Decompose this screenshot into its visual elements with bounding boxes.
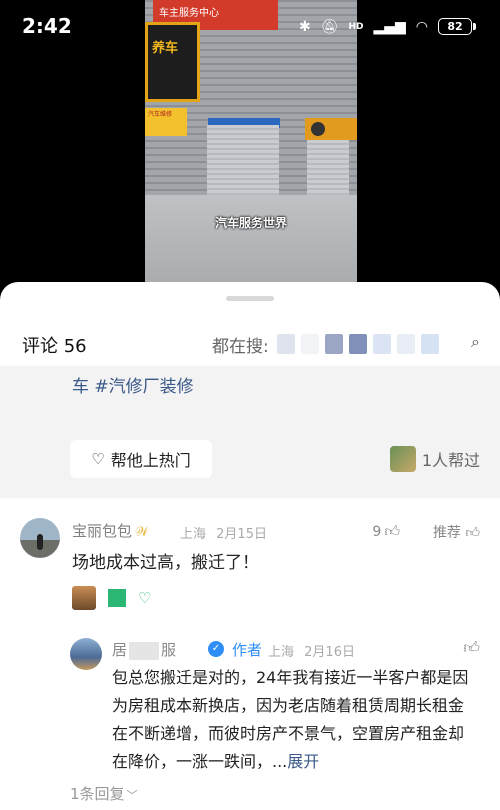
status-time: 2:42 xyxy=(22,14,72,38)
bluetooth-icon: ✱ xyxy=(298,18,311,35)
recommend-button[interactable]: 推荐 👍︎ xyxy=(433,522,480,542)
reply-text: 包总您搬迁是对的，24年我有接近一半客户都是因为房租成本新换店，因为老店随着租赁… xyxy=(112,664,474,776)
orange-sign xyxy=(305,118,357,140)
helped-label: 1人帮过 xyxy=(421,451,480,470)
heart-outline-icon[interactable]: ♡ xyxy=(138,589,151,607)
garage-door xyxy=(207,125,279,195)
thumbs-up-icon: 👍︎ xyxy=(465,525,480,541)
signal-icon: ▂▄▆ xyxy=(373,18,406,35)
comment-text: 场地成本过高，搬迁了！ xyxy=(72,553,259,573)
status-icons: ✱ 🔕︎ HD ▂▄▆ ◠ 82 xyxy=(298,18,476,35)
username-text: 宝丽包包 xyxy=(72,522,133,540)
battery-icon: 82 xyxy=(438,18,476,35)
drag-handle[interactable] xyxy=(226,296,274,301)
chevron-down-icon: ﹀ xyxy=(126,789,138,802)
ground xyxy=(145,195,357,292)
repair-sign: 汽车维修 xyxy=(145,108,187,136)
mute-icon: 🔕︎ xyxy=(320,18,339,35)
video-caption: 汽车服务世界 xyxy=(214,216,287,230)
comment-date: 2月15日 xyxy=(216,527,267,542)
reactor-avatar[interactable] xyxy=(72,586,96,610)
sticker-icon xyxy=(108,589,126,607)
heart-outline-icon: ♡ xyxy=(91,450,105,468)
like-button[interactable]: 9 👍︎ xyxy=(372,522,400,541)
reply-name-start: 居 xyxy=(112,641,128,659)
comment-sheet: 评论 56 都在搜: ⌕ 车 #汽修厂装修 ♡ 帮他上热门 1人帮过 宝丽包包 𝒲 xyxy=(0,282,500,810)
reply-item: 居服 ✓ 作者 上海 2月16日 👍︎ 包总您搬迁是对的，24年我有接近一半客户… xyxy=(0,638,500,810)
topic-hashtag[interactable]: 车 #汽修厂装修 xyxy=(72,372,194,397)
reaction-row: ♡ xyxy=(72,586,151,610)
more-replies-label: 1条回复 xyxy=(70,785,125,803)
hd-label: HD xyxy=(348,21,364,32)
avatar[interactable] xyxy=(70,638,102,670)
reply-date: 2月16日 xyxy=(304,645,355,660)
blurred-name xyxy=(129,641,160,660)
comment-username[interactable]: 宝丽包包 𝒲 xyxy=(72,520,149,541)
reply-username[interactable]: 居服 xyxy=(112,639,176,660)
author-badge: 作者 xyxy=(232,641,263,659)
avatar[interactable] xyxy=(20,518,60,558)
battery-level: 82 xyxy=(447,20,463,33)
garage-door xyxy=(307,140,349,195)
sheet-header: 评论 56 都在搜: ⌕ xyxy=(0,324,500,364)
like-count: 9 xyxy=(372,524,382,540)
reply-name-end: 服 xyxy=(161,641,177,659)
search-suggestion-blurred[interactable] xyxy=(277,334,439,354)
vip-badge-icon: 𝒲 xyxy=(135,525,149,540)
reply-meta: 上海 2月16日 xyxy=(268,641,355,660)
helped-count[interactable]: 1人帮过 xyxy=(389,446,480,472)
search-icon[interactable]: ⌕ xyxy=(471,332,480,352)
hot-section: 车 #汽修厂装修 ♡ 帮他上热门 1人帮过 xyxy=(0,366,500,498)
status-bar: 2:42 ✱ 🔕︎ HD ▂▄▆ ◠ 82 xyxy=(0,0,500,56)
expand-link[interactable]: 展开 xyxy=(287,752,319,771)
verified-icon: ✓ xyxy=(208,641,224,657)
help-promote-button[interactable]: ♡ 帮他上热门 xyxy=(70,440,212,478)
helper-avatar xyxy=(389,446,416,472)
wifi-icon: ◠ xyxy=(415,18,428,35)
comment-meta: 上海 2月15日 xyxy=(180,523,267,542)
thumbs-up-icon: 👍︎ xyxy=(384,522,400,540)
help-promote-label: 帮他上热门 xyxy=(110,451,191,470)
reply-location: 上海 xyxy=(268,645,295,660)
comment-location: 上海 xyxy=(180,527,207,542)
more-replies-button[interactable]: 1条回复 ﹀ xyxy=(70,783,138,804)
recommend-label: 推荐 xyxy=(432,525,461,541)
search-suggestion-label[interactable]: 都在搜: xyxy=(212,332,269,357)
thumbs-up-icon[interactable]: 👍︎ xyxy=(463,638,480,658)
comment-count: 评论 56 xyxy=(22,336,87,357)
